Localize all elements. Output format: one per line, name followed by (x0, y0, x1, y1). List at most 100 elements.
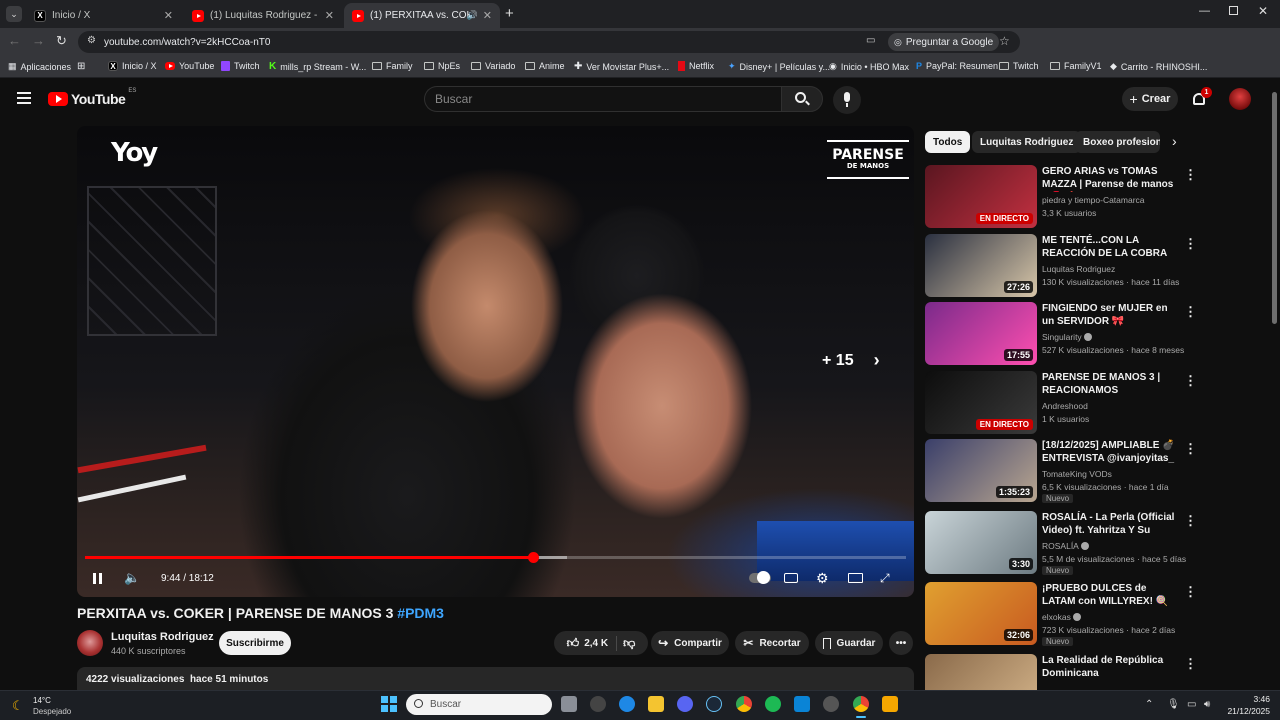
skip-forward-indicator[interactable]: + 15 › (822, 350, 880, 371)
back-icon[interactable]: ← (8, 33, 21, 48)
recommendation-title[interactable]: FINGIENDO ser MUJER en un SERVIDOR 🎀 (1042, 302, 1178, 328)
bookmark-netflix[interactable]: Netflix (678, 61, 714, 71)
new-tab-button[interactable]: + (505, 5, 514, 22)
recommendation-channel[interactable]: TomateKing VODs (1042, 469, 1112, 479)
rockstar-icon[interactable] (882, 696, 898, 712)
more-options-icon[interactable]: ⋮ (1184, 584, 1197, 600)
dislike-button[interactable]: 👎︎ (623, 636, 635, 651)
channel-name[interactable]: Luquitas Rodriguez (111, 631, 214, 643)
more-options-icon[interactable]: ⋮ (1184, 656, 1197, 672)
bookmark-disney[interactable]: ✦ Disney+ | Películas y... (728, 61, 830, 72)
site-info-icon[interactable]: ⚙ (87, 35, 96, 46)
taskbar-search-input[interactable]: Buscar (406, 694, 552, 715)
recommendation-card[interactable]: EN DIRECTO PARENSE DE MANOS 3 | REACIONAM… (925, 371, 1270, 435)
settings-app-icon[interactable] (823, 696, 839, 712)
settings-button[interactable]: ⚙ (816, 568, 829, 588)
bookmark-youtube[interactable]: YouTube (165, 61, 214, 71)
windows-start-icon[interactable] (381, 696, 397, 712)
more-options-icon[interactable]: ⋮ (1184, 513, 1197, 529)
bookmark-apps[interactable]: ▦ Aplicaciones (8, 61, 71, 72)
recommendation-title[interactable]: ¡PRUEBO DULCES de LATAM con WILLYREX! 🍭 … (1042, 582, 1178, 609)
scrubber-handle[interactable] (528, 552, 540, 563)
video-thumbnail[interactable]: 32:06 (925, 582, 1037, 645)
speaker-icon[interactable]: 🔊︎ (1204, 699, 1210, 710)
recommendation-card[interactable]: 3:30 ROSALÍA - La Perla (Official Video) … (925, 511, 1270, 575)
recommendation-title[interactable]: GERO ARIAS vs TOMAS MAZZA | Parense de m… (1042, 165, 1178, 192)
close-tab-icon[interactable]: ✕ (164, 9, 173, 22)
ask-google-button[interactable]: ◎ Preguntar a Google (888, 33, 1000, 51)
clock[interactable]: 3:46 21/12/2025 (1222, 693, 1270, 717)
recommendation-channel[interactable]: Luquitas Rodriguez (1042, 264, 1115, 274)
steam-icon[interactable] (706, 696, 722, 712)
clip-button[interactable]: ✂ Recortar (735, 631, 809, 655)
more-options-icon[interactable]: ⋮ (1184, 236, 1197, 252)
notifications-button[interactable]: 1 (1190, 87, 1212, 110)
close-tab-icon[interactable]: ✕ (483, 9, 492, 22)
recommendation-title[interactable]: PARENSE DE MANOS 3 | REACIONAMOS (1042, 371, 1178, 397)
bookmark-folder-variado[interactable]: Variado (471, 61, 515, 71)
recommendation-title[interactable]: La Realidad de República Dominicana (1042, 654, 1178, 680)
bookmark-hbo[interactable]: ◉ Inicio • HBO Max (829, 61, 909, 72)
url-field[interactable]: ⚙ youtube.com/watch?v=2kHCCoa-nT0 ▭ ◎ Pr… (78, 31, 1020, 53)
bookmark-kick[interactable]: Kmills_rp Stream - W... (269, 61, 366, 72)
file-explorer-icon[interactable] (648, 696, 664, 712)
bookmark-folder-family[interactable]: Family (372, 61, 413, 71)
close-tab-icon[interactable]: ✕ (325, 9, 334, 22)
like-button[interactable]: 👍︎ 2,4 K (567, 635, 618, 651)
bookmark-rhinoshield[interactable]: ◆ Carrito - RHINOSHI... (1110, 61, 1207, 72)
bookmark-star-icon[interactable]: ☆ (999, 34, 1010, 48)
recommendation-card[interactable]: 32:06 ¡PRUEBO DULCES de LATAM con WILLYRE… (925, 582, 1270, 646)
volume-button[interactable]: 🔈 (124, 568, 140, 588)
tab-list-dropdown-icon[interactable]: ⌄ (6, 6, 22, 22)
bookmark-twitch[interactable]: Twitch (221, 61, 260, 71)
chip-boxing[interactable]: Boxeo profesional (1075, 131, 1160, 153)
task-view-icon[interactable] (561, 696, 577, 712)
recommendation-card[interactable]: EN DIRECTO GERO ARIAS vs TOMAS MAZZA | Pa… (925, 165, 1270, 229)
recommendation-channel[interactable]: ROSALÍA (1042, 541, 1089, 551)
restore-button[interactable] (1229, 6, 1238, 15)
recommendation-card[interactable]: 27:26 ME TENTÉ...CON LA REACCIÓN DE LA CO… (925, 234, 1270, 298)
app-icon-circle[interactable] (590, 696, 606, 712)
fullscreen-button[interactable]: ⤢ (880, 568, 890, 588)
close-window-button[interactable]: ✕ (1258, 4, 1268, 18)
video-thumbnail[interactable]: 3:30 (925, 511, 1037, 574)
recommendation-title[interactable]: [18/12/2025] AMPLIABLE 💣 ENTREVISTA @iva… (1042, 439, 1178, 466)
video-thumbnail[interactable]: 1:35:23 (925, 439, 1037, 502)
recommendation-title[interactable]: ROSALÍA - La Perla (Official Video) ft. … (1042, 511, 1178, 538)
autoplay-toggle[interactable] (749, 568, 771, 588)
bookmark-movistar[interactable]: ✚ Ver Movistar Plus+... (574, 61, 669, 72)
microphone-tray-icon[interactable]: 🎙︎ (1167, 699, 1180, 710)
save-button[interactable]: Guardar (815, 631, 883, 655)
reload-icon[interactable]: ↻ (56, 33, 67, 49)
video-thumbnail[interactable]: EN DIRECTO (925, 371, 1037, 434)
search-input[interactable]: Buscar (424, 86, 782, 112)
chrome-icon[interactable] (736, 696, 752, 712)
bookmark-x[interactable]: X Inicio / X (108, 61, 157, 71)
chip-channel[interactable]: Luquitas Rodriguez (972, 131, 1082, 153)
more-actions-button[interactable]: ••• (889, 631, 913, 655)
subscribe-button[interactable]: Suscribirme (219, 631, 291, 655)
hamburger-menu-icon[interactable] (17, 92, 31, 104)
channel-avatar[interactable] (77, 630, 103, 656)
recommendation-card[interactable]: 1:35:23 [18/12/2025] AMPLIABLE 💣 ENTREVIS… (925, 439, 1270, 503)
miniplayer-button[interactable] (848, 568, 863, 588)
more-options-icon[interactable]: ⋮ (1184, 167, 1197, 183)
video-player[interactable]: Yoy PARENSE DE MANOS + 15 › 🔈 9:44 / 18:1… (77, 126, 914, 597)
chrome-active-icon[interactable] (853, 696, 869, 712)
recommendation-channel[interactable]: piedra y tiempo-Catamarca (1042, 195, 1145, 205)
network-icon[interactable]: ▭ (1187, 699, 1196, 710)
more-options-icon[interactable]: ⋮ (1184, 441, 1197, 457)
progress-bar[interactable] (85, 552, 906, 563)
recommendation-channel[interactable]: elxokas (1042, 612, 1081, 622)
page-scrollbar-thumb[interactable] (1272, 92, 1277, 324)
bookmark-folder-twitch[interactable]: Twitch (999, 61, 1039, 71)
recommendation-channel[interactable]: Andreshood (1042, 401, 1088, 411)
recommendation-channel[interactable]: Singularity (1042, 332, 1092, 342)
tab-x[interactable]: X Inicio / X ✕ (26, 3, 181, 28)
forward-icon[interactable]: → (32, 33, 45, 48)
chips-next-chevron-icon[interactable]: › (1172, 133, 1177, 149)
minimize-button[interactable]: — (1199, 5, 1210, 17)
voice-search-button[interactable] (833, 86, 861, 114)
recommendation-title[interactable]: ME TENTÉ...CON LA REACCIÓN DE LA COBRA (1042, 234, 1178, 260)
hashtag-link[interactable]: #PDM3 (397, 605, 444, 621)
